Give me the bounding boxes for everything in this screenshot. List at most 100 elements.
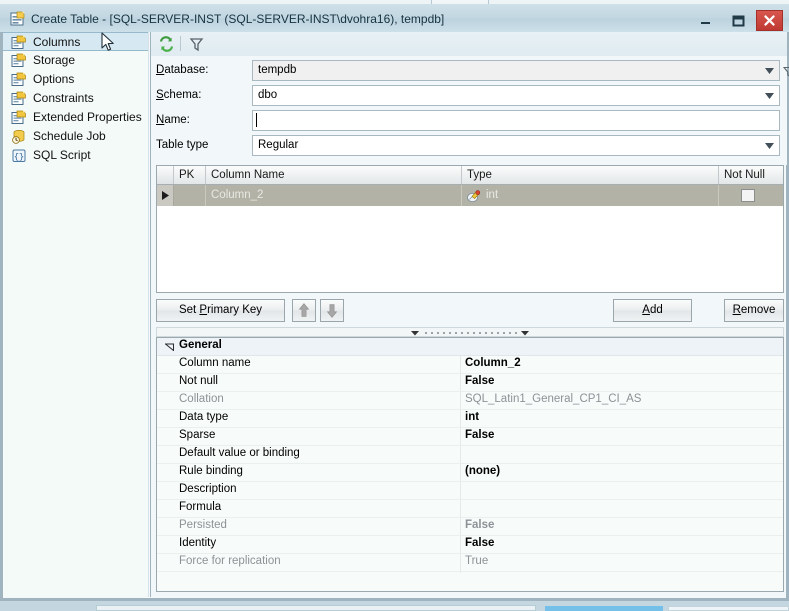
cell-column-name[interactable]: Column_2 xyxy=(206,185,462,206)
property-name: Persisted xyxy=(179,519,227,531)
property-value[interactable]: False xyxy=(465,429,494,441)
column-header-not-null[interactable]: Not Null xyxy=(719,166,784,184)
database-combobox[interactable]: tempdb xyxy=(252,60,780,81)
cell-type[interactable]: int xyxy=(462,185,719,206)
close-icon xyxy=(757,11,782,30)
property-value[interactable]: 1 xyxy=(465,591,471,592)
storage-page-icon xyxy=(11,53,27,68)
pane-splitter[interactable] xyxy=(156,327,784,337)
property-row[interactable]: Persisted False xyxy=(157,518,783,536)
svg-text:{}: {} xyxy=(14,152,24,162)
arrow-up-icon xyxy=(293,300,315,321)
sidebar-item-columns[interactable]: Columns xyxy=(3,32,148,51)
property-value[interactable]: False xyxy=(465,375,494,387)
maximize-button[interactable] xyxy=(723,10,753,31)
set-primary-key-button[interactable]: Set Primary Key xyxy=(156,299,285,322)
minimize-button[interactable] xyxy=(690,10,720,31)
column-header-pk[interactable]: PK xyxy=(174,166,206,184)
property-column-separator xyxy=(460,410,461,427)
row-indicator-icon xyxy=(162,191,169,200)
name-input[interactable] xyxy=(252,110,780,131)
property-value[interactable]: False xyxy=(465,537,494,549)
toolbar-separator xyxy=(180,36,181,51)
property-row[interactable]: Default value or binding xyxy=(157,446,783,464)
chevron-down-icon xyxy=(765,143,774,149)
property-column-separator xyxy=(460,428,461,445)
property-column-separator xyxy=(460,446,461,463)
refresh-icon xyxy=(157,35,176,53)
table-row[interactable]: Column_2 int xyxy=(157,185,783,206)
sidebar-item-options[interactable]: Options xyxy=(3,70,148,89)
property-value[interactable]: Column_2 xyxy=(465,357,521,369)
minimize-icon xyxy=(690,10,720,31)
filter-funnel-icon[interactable] xyxy=(783,66,789,78)
create-table-window: Create Table - [SQL-SERVER-INST (SQL-SER… xyxy=(0,0,789,605)
property-value[interactable]: False xyxy=(465,519,494,531)
schema-combobox[interactable]: dbo xyxy=(252,85,780,106)
property-row[interactable]: Not nullFalse xyxy=(157,374,783,392)
property-column-separator xyxy=(460,356,461,373)
sidebar-item-constraints[interactable]: Constraints xyxy=(3,89,148,108)
move-up-button[interactable] xyxy=(292,299,316,322)
column-header-column-name[interactable]: Column Name xyxy=(206,166,462,184)
refresh-button[interactable] xyxy=(157,35,176,53)
property-name: Column name xyxy=(179,357,251,369)
row-selector[interactable] xyxy=(157,185,174,206)
sidebar-item-extended-properties[interactable]: Extended Properties xyxy=(3,108,148,127)
property-row[interactable]: Data typeint xyxy=(157,410,783,428)
sidebar-item-schedule-job[interactable]: Schedule Job xyxy=(3,127,148,146)
datatype-icon xyxy=(466,188,482,203)
cell-pk[interactable] xyxy=(174,185,206,206)
property-column-separator xyxy=(460,392,461,409)
database-value: tempdb xyxy=(258,64,296,76)
sidebar-item-storage[interactable]: Storage xyxy=(3,51,148,70)
title-bar[interactable]: Create Table - [SQL-SERVER-INST (SQL-SER… xyxy=(0,4,789,32)
property-column-separator xyxy=(460,518,461,535)
maximize-icon xyxy=(723,10,753,31)
columns-grid[interactable]: PK Column Name Type Not Null Column_2 xyxy=(156,165,784,293)
property-value[interactable]: SQL_Latin1_General_CP1_CI_AS xyxy=(465,393,641,405)
not-null-checkbox[interactable] xyxy=(741,189,755,202)
triangle-expanded-icon[interactable] xyxy=(165,343,174,351)
property-row[interactable]: IdentityFalse xyxy=(157,536,783,554)
table-type-combobox[interactable]: Regular xyxy=(252,135,780,156)
close-button[interactable] xyxy=(756,10,783,31)
property-value[interactable]: int xyxy=(465,411,479,423)
remove-button[interactable]: Remove xyxy=(724,299,784,322)
property-row[interactable]: Description xyxy=(157,482,783,500)
background-window-c xyxy=(668,606,789,611)
filter-button[interactable] xyxy=(187,35,206,53)
property-category-general[interactable]: General xyxy=(157,338,783,356)
background-window-a xyxy=(96,605,536,611)
schema-label: Schema: xyxy=(156,89,201,101)
property-column-separator xyxy=(460,482,461,499)
property-column-separator xyxy=(460,500,461,517)
name-label: Name: xyxy=(156,114,190,126)
cell-not-null[interactable] xyxy=(719,185,784,206)
property-row[interactable]: SparseFalse xyxy=(157,428,783,446)
add-button[interactable]: Add xyxy=(613,299,692,322)
schema-value: dbo xyxy=(258,89,277,101)
property-row[interactable]: Force for replicationTrue xyxy=(157,554,783,572)
property-row[interactable]: Column name Column_2 xyxy=(157,356,783,374)
window-title: Create Table - [SQL-SERVER-INST (SQL-SER… xyxy=(31,11,444,27)
columns-page-icon xyxy=(11,35,27,50)
property-name: Default value or binding xyxy=(179,447,300,459)
arrow-down-icon xyxy=(321,300,343,321)
property-column-separator xyxy=(460,464,461,481)
property-name: Collation xyxy=(179,393,224,405)
property-value[interactable]: True xyxy=(465,555,488,567)
sidebar-item-label: Storage xyxy=(33,53,75,67)
column-header-type[interactable]: Type xyxy=(462,166,719,184)
property-grid[interactable]: General Column name Column_2 Not nullFalse… xyxy=(156,337,784,592)
property-row[interactable]: Rule binding(none) xyxy=(157,464,783,482)
sidebar-item-label: Constraints xyxy=(33,91,94,105)
sidebar-item-sql-script[interactable]: {} SQL Script xyxy=(3,146,148,165)
property-column-separator xyxy=(460,554,461,571)
property-row[interactable]: Collation SQL_Latin1_General_CP1_CI_AS xyxy=(157,392,783,410)
property-row[interactable]: Formula xyxy=(157,500,783,518)
property-value[interactable]: (none) xyxy=(465,465,500,477)
move-down-button[interactable] xyxy=(320,299,344,322)
database-label: Database: xyxy=(156,64,208,76)
extended-properties-page-icon xyxy=(11,110,27,125)
